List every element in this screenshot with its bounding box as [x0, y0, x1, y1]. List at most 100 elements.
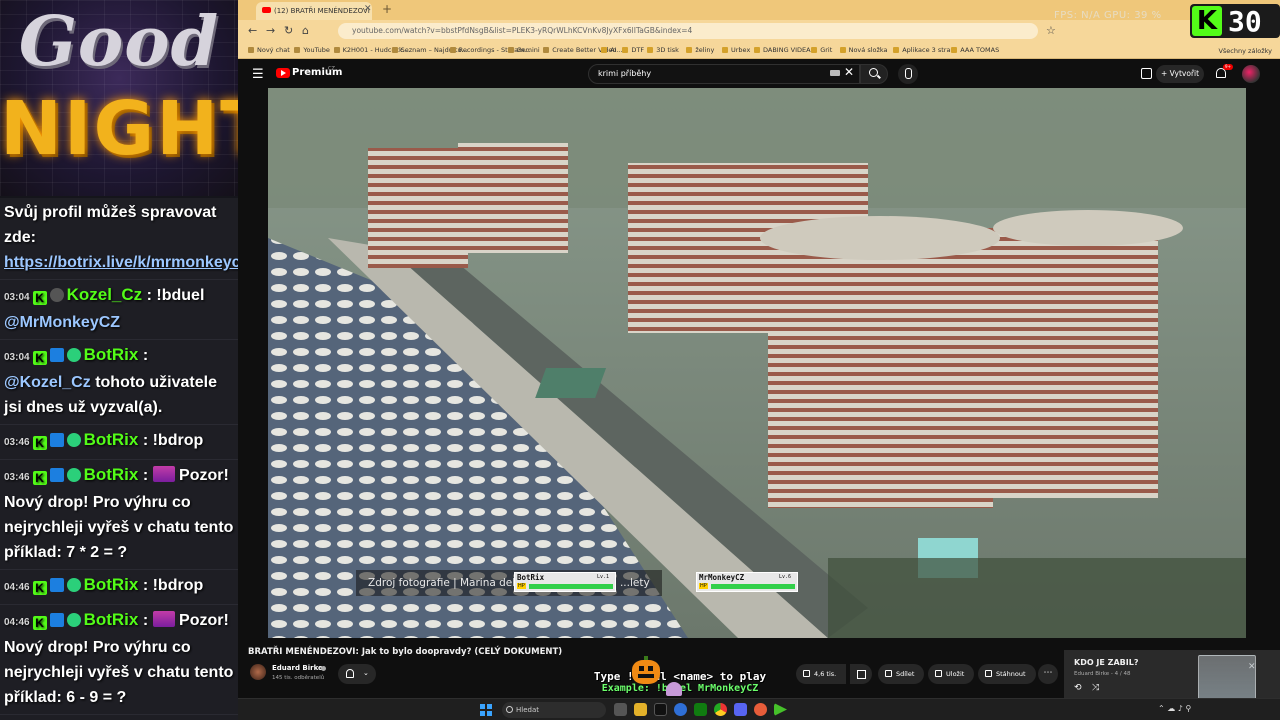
- video-title: BRATŘI MENÉNDEZOVI: Jak to bylo doopravd…: [248, 647, 563, 657]
- like-button[interactable]: 4,6 tis.: [796, 664, 847, 684]
- reload-icon[interactable]: ↻: [284, 24, 293, 37]
- bookmark-item[interactable]: Aplikace 3 stran: [893, 44, 954, 56]
- video-frame-illustration: [268, 88, 1246, 638]
- bookmark-item[interactable]: Gemini: [508, 44, 540, 56]
- bookmarks-bar: Nový chat YouTube K2H001 - Hudcock... Sezna…: [238, 42, 1280, 59]
- home-icon[interactable]: ⌂: [302, 24, 309, 37]
- subscriber-count: 145 tis. odběratelů: [272, 675, 325, 681]
- voice-search-button[interactable]: [898, 64, 918, 84]
- emote-icon: [152, 466, 175, 482]
- bookmark-item[interactable]: YouTube: [294, 44, 329, 56]
- bookmark-item[interactable]: Grit: [811, 44, 832, 56]
- settings-icon[interactable]: [674, 703, 687, 716]
- save-label: Uložit: [946, 670, 965, 678]
- subscribed-bell-button[interactable]: ⌄: [338, 664, 376, 684]
- duel-player2-level: Lv.6: [778, 574, 791, 580]
- chat-username[interactable]: BotRix: [84, 430, 139, 449]
- user-badge-icon: [49, 288, 64, 302]
- bookmark-item[interactable]: AAA TOMAS: [951, 44, 999, 56]
- create-button[interactable]: + Vytvořit: [1156, 65, 1204, 83]
- bot-badge-icon: [49, 468, 64, 482]
- chevron-down-icon: ⌄: [363, 669, 369, 677]
- playlist-title[interactable]: KDO JE ZABIL?: [1074, 658, 1138, 667]
- screen: Good NIGHT Svůj profil můžeš spravovat z…: [0, 0, 1280, 720]
- bookmark-item[interactable]: DABING VIDEA: [754, 44, 811, 56]
- download-button[interactable]: Stáhnout: [978, 664, 1036, 684]
- task-view-icon[interactable]: [614, 703, 627, 716]
- bookmark-item[interactable]: Nový chat: [248, 44, 290, 56]
- chat-panel: Svůj profil můžeš spravovat zde: https:/…: [0, 198, 238, 720]
- account-avatar[interactable]: [1242, 65, 1260, 83]
- shuffle-icon[interactable]: ⤨: [1092, 683, 1099, 693]
- chat-text: !bduel: [156, 287, 205, 304]
- all-bookmarks-link[interactable]: Všechny záložky: [1218, 45, 1272, 57]
- cast-icon[interactable]: [1141, 68, 1152, 79]
- like-count: 4,6 tis.: [814, 670, 837, 678]
- chat-message: 03:04 K BotRix : @Kozel_Cz tohoto uživatel…: [0, 340, 238, 425]
- playlist-subtitle: Eduard Birke - 4 / 48: [1074, 671, 1131, 677]
- tiktok-icon[interactable]: [654, 703, 667, 716]
- chat-mention[interactable]: @MrMonkeyCZ: [4, 314, 120, 331]
- app-icon[interactable]: [754, 703, 767, 716]
- address-bar[interactable]: youtube.com/watch?v=bbstPfdNsgB&list=PLE…: [338, 23, 1038, 39]
- bookmark-item[interactable]: Nová složka: [840, 44, 888, 56]
- pumpkin-eye: [639, 666, 644, 671]
- chat-colon: :: [142, 432, 149, 449]
- chat-link[interactable]: https://botrix.live/k/mrmonkeycz/battle: [4, 254, 238, 271]
- bookmark-item[interactable]: AI: [601, 44, 616, 56]
- share-button[interactable]: Sdílet: [878, 664, 925, 684]
- kick-badge-icon: K: [32, 291, 47, 305]
- close-tab-icon[interactable]: ✕: [364, 4, 372, 14]
- youtube-page: ☰ Premium CZ krimi příběhy ✕ + Vytvořit …: [238, 60, 1280, 720]
- search-button[interactable]: [860, 64, 888, 84]
- save-button[interactable]: Uložit: [928, 664, 975, 684]
- taskbar-search[interactable]: Hledat: [502, 702, 606, 718]
- back-icon[interactable]: ←: [248, 24, 257, 37]
- kick-badge-icon: K: [32, 436, 47, 450]
- keyboard-icon[interactable]: [830, 70, 840, 76]
- clear-search-icon[interactable]: ✕: [844, 65, 854, 79]
- kick-counter-widget: K 30: [1190, 4, 1280, 38]
- menu-hamburger-icon[interactable]: ☰: [252, 67, 264, 82]
- system-tray-icons[interactable]: ⌃ ☁ ♪ ⚲: [1158, 704, 1191, 713]
- bookmark-item[interactable]: Urbex: [722, 44, 750, 56]
- new-tab-button[interactable]: +: [382, 2, 392, 16]
- chat-username[interactable]: BotRix: [84, 465, 139, 484]
- chat-username[interactable]: BotRix: [84, 575, 139, 594]
- chat-username[interactable]: BotRix: [84, 345, 139, 364]
- verified-badge-icon: [66, 468, 81, 482]
- chat-username[interactable]: Kozel_Cz: [67, 285, 143, 304]
- bookmark-star-icon[interactable]: ☆: [1046, 24, 1056, 37]
- youtube-region-label: CZ: [328, 66, 335, 72]
- forward-icon[interactable]: →: [266, 24, 275, 37]
- file-explorer-icon[interactable]: [634, 703, 647, 716]
- duel-card-player2: MrMonkeyCZ Lv.6 HP: [696, 572, 798, 592]
- bookmark-item[interactable]: DTF: [622, 44, 644, 56]
- discord-icon[interactable]: [734, 703, 747, 716]
- tab-youtube[interactable]: (12) BRATŘI MENÉNDEZOVI: [256, 2, 372, 20]
- channel-avatar[interactable]: [250, 664, 266, 680]
- youtube-logo-icon[interactable]: [276, 68, 290, 78]
- chat-colon: :: [146, 287, 152, 304]
- bookmark-item[interactable]: želiny: [686, 44, 714, 56]
- download-label: Stáhnout: [996, 670, 1026, 678]
- chat-colon: :: [142, 612, 149, 629]
- share-label: Sdílet: [896, 670, 915, 678]
- windows-start-icon[interactable]: [480, 704, 492, 716]
- more-actions-button[interactable]: ⋯: [1038, 664, 1058, 684]
- chat-colon: :: [142, 347, 149, 364]
- chat-username[interactable]: BotRix: [84, 610, 139, 629]
- play-icon[interactable]: [774, 703, 787, 716]
- dislike-button[interactable]: [850, 664, 872, 684]
- video-player[interactable]: Zdroj fotografie | Marina del Rey, kolem…: [268, 88, 1246, 638]
- channel-name[interactable]: Eduard Birke: [272, 664, 323, 672]
- bookmark-item[interactable]: 3D tisk: [647, 44, 679, 56]
- duel-player1-hp-bar: [529, 584, 613, 589]
- youtube-header: ☰ Premium CZ krimi příběhy ✕ + Vytvořit …: [238, 60, 1280, 88]
- bot-badge-icon: [49, 578, 64, 592]
- chat-mention[interactable]: @Kozel_Cz: [4, 374, 91, 391]
- xbox-icon[interactable]: [694, 703, 707, 716]
- search-input[interactable]: krimi příběhy: [588, 64, 860, 84]
- loop-icon[interactable]: ⟲: [1074, 683, 1082, 693]
- chrome-icon[interactable]: [714, 703, 727, 716]
